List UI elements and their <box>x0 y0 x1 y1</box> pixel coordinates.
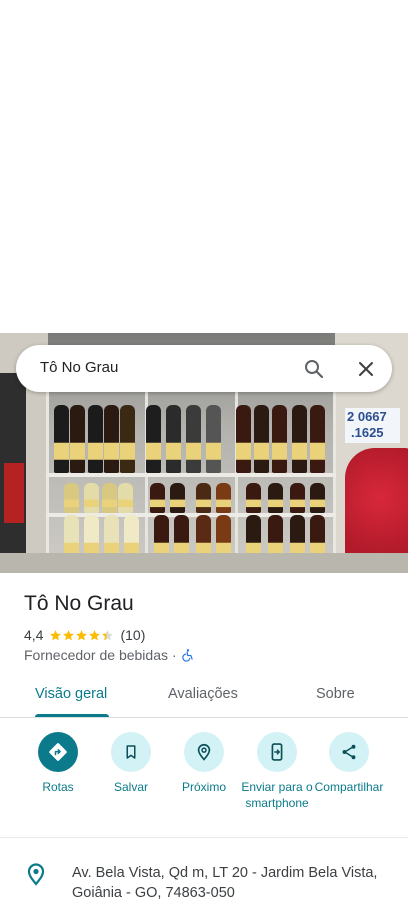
category-row: Fornecedor de bebidas · <box>24 647 195 663</box>
tab-reviews[interactable]: Avaliações <box>168 686 238 702</box>
photo-bottle <box>216 483 231 513</box>
bookmark-icon[interactable] <box>111 732 151 772</box>
action-label: Compartilhar <box>309 780 389 796</box>
photo-bottle <box>54 405 69 473</box>
action-label-text: Enviar para o smartphone <box>241 780 313 810</box>
star-icon <box>50 629 62 640</box>
photo-bottle <box>64 483 79 513</box>
send-to-phone-button[interactable]: Enviar para o smartphone <box>237 732 317 811</box>
nearby-button[interactable]: Próximo <box>164 732 244 796</box>
action-label: Rotas <box>42 780 74 794</box>
separator: · <box>172 647 177 663</box>
star-icon <box>89 629 101 640</box>
photo-bottle <box>84 483 99 513</box>
action-label-text: Compartilhar <box>314 780 384 794</box>
photo-sign-line2: .1625 <box>351 425 384 440</box>
star-icon <box>63 629 75 640</box>
photo-bottle <box>310 405 325 473</box>
photo-bottle <box>206 405 221 473</box>
directions-button[interactable]: Rotas <box>18 732 98 796</box>
photo-bottle <box>246 483 261 513</box>
photo-fridge-cans <box>4 463 24 523</box>
photo-bottle <box>166 405 181 473</box>
photo-bottle <box>268 483 283 513</box>
rating-value: 4,4 <box>24 627 44 643</box>
review-count[interactable]: (10) <box>120 627 145 643</box>
place-title: Tô No Grau <box>24 592 134 615</box>
photo-bottle <box>254 405 269 473</box>
location-pin-icon <box>26 862 46 886</box>
action-label: Salvar <box>113 780 148 794</box>
tab-about[interactable]: Sobre <box>316 686 355 702</box>
star-rating <box>49 629 114 642</box>
share-button[interactable]: Compartilhar <box>309 732 389 796</box>
photo-bottle <box>292 405 307 473</box>
close-icon[interactable] <box>354 357 378 381</box>
tab-overview[interactable]: Visão geral <box>35 686 107 702</box>
directions-icon[interactable] <box>38 732 78 772</box>
action-buttons: Rotas Salvar Próximo Enviar para o smart… <box>0 732 408 838</box>
photo-bottle <box>104 405 119 473</box>
photo-bottle <box>186 405 201 473</box>
star-icon <box>102 629 114 640</box>
address-text: Av. Bela Vista, Qd m, LT 20 - Jardim Bel… <box>72 865 378 901</box>
photo-shelf <box>46 473 336 477</box>
photo-bottle <box>196 483 211 513</box>
photo-bottle <box>272 405 287 473</box>
photo-bottle <box>170 483 185 513</box>
search-input[interactable]: Tô No Grau <box>40 359 118 376</box>
tab-indicator <box>35 714 109 717</box>
photo-bottle <box>146 405 161 473</box>
photo-bottle <box>120 405 135 473</box>
rating-row[interactable]: 4,4 (10) <box>24 626 145 644</box>
tab-bar: Visão geral Avaliações Sobre <box>0 678 408 718</box>
photo-sign: 2 0667 .1625 <box>345 408 400 443</box>
address-row[interactable]: Av. Bela Vista, Qd m, LT 20 - Jardim Bel… <box>0 850 408 906</box>
star-icon <box>76 629 88 640</box>
photo-bottle <box>102 483 117 513</box>
nearby-icon[interactable] <box>184 732 224 772</box>
photo-bottle <box>150 483 165 513</box>
map-area-blank <box>0 0 408 333</box>
photo-bottle <box>290 483 305 513</box>
photo-floor <box>0 553 408 573</box>
photo-sign-line1: 2 0667 <box>347 409 387 424</box>
save-button[interactable]: Salvar <box>91 732 171 796</box>
photo-bottle <box>70 405 85 473</box>
photo-bottle <box>310 483 325 513</box>
action-label: Próximo <box>181 780 226 794</box>
photo-bottle <box>236 405 251 473</box>
search-bar[interactable]: Tô No Grau <box>16 345 392 392</box>
action-label: Enviar para o smartphone <box>237 780 317 811</box>
photo-bottle <box>118 483 133 513</box>
share-icon[interactable] <box>329 732 369 772</box>
search-icon[interactable] <box>302 357 326 381</box>
place-category: Fornecedor de bebidas <box>24 647 168 663</box>
wheelchair-icon <box>181 648 195 662</box>
send-to-phone-icon[interactable] <box>257 732 297 772</box>
photo-bottle <box>88 405 103 473</box>
